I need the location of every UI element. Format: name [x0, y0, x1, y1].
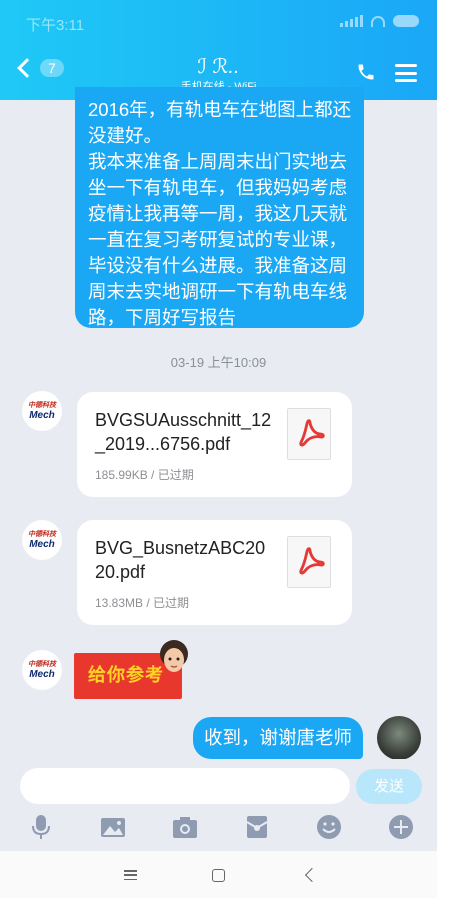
sticker-character-icon — [160, 640, 188, 672]
my-avatar[interactable] — [377, 716, 421, 760]
system-navigation-bar — [0, 851, 437, 898]
file-message[interactable]: BVGSUAusschnitt_12_2019...6756.pdf 185.9… — [77, 392, 352, 497]
file-message[interactable]: BVG_BusnetzABC2020.pdf 13.83MB / 已过期 — [77, 520, 352, 625]
message-timestamp: 03-19 上午10:09 — [170, 355, 267, 370]
back-icon[interactable] — [304, 867, 320, 883]
signal-icon — [340, 15, 363, 27]
chat-header: 下午3:11 7 ℐ ℛ.. 手机在线 - WiFi — [0, 0, 437, 100]
microphone-icon[interactable] — [26, 812, 56, 842]
battery-icon — [393, 15, 419, 27]
pdf-file-icon — [287, 408, 331, 460]
home-icon[interactable] — [212, 869, 225, 882]
wifi-icon — [371, 15, 385, 27]
image-icon[interactable] — [98, 812, 128, 842]
file-meta: 13.83MB / 已过期 — [95, 596, 190, 610]
plus-icon[interactable] — [386, 812, 416, 842]
input-toolbar — [0, 812, 437, 846]
sender-avatar[interactable]: 中德科技 Mech — [22, 650, 62, 690]
red-packet-icon[interactable] — [242, 812, 272, 842]
sticker-message[interactable]: 给你参考 — [72, 640, 192, 700]
sender-avatar[interactable]: 中德科技 Mech — [22, 520, 62, 560]
camera-icon[interactable] — [170, 812, 200, 842]
mech-logo: 中德科技 Mech — [28, 402, 56, 421]
chat-screen: 下午3:11 7 ℐ ℛ.. 手机在线 - WiFi 2016年，有轨电车在地图… — [0, 0, 437, 898]
phone-call-icon[interactable] — [356, 62, 376, 82]
message-text: 2016年，有轨电车在地图上都还没建好。 — [88, 99, 352, 146]
status-icons — [340, 15, 419, 27]
sticker-text: 给你参考 — [88, 665, 164, 685]
status-time: 下午3:11 — [26, 17, 85, 34]
file-name: BVGSUAusschnitt_12_2019...6756.pdf — [95, 410, 272, 454]
message-text: 我本来准备上周周末出门实地去坐一下有轨电车，但我妈妈考虑疫情让我再等一周，我这几… — [88, 151, 348, 328]
file-name: BVG_BusnetzABC2020.pdf — [95, 538, 266, 582]
mech-logo: 中德科技 Mech — [28, 531, 56, 550]
message-bubble-outgoing[interactable]: 2016年，有轨电车在地图上都还没建好。 我本来准备上周周末出门实地去坐一下有轨… — [75, 87, 364, 328]
pdf-file-icon — [287, 536, 331, 588]
message-bubble-outgoing[interactable]: 收到，谢谢唐老师 — [193, 717, 363, 759]
menu-icon[interactable] — [395, 64, 417, 82]
recent-apps-icon[interactable] — [124, 870, 137, 880]
mech-logo: 中德科技 Mech — [28, 661, 56, 680]
sender-avatar[interactable]: 中德科技 Mech — [22, 391, 62, 431]
message-input[interactable] — [20, 768, 350, 804]
file-meta: 185.99KB / 已过期 — [95, 468, 194, 482]
emoji-icon[interactable] — [314, 812, 344, 842]
send-button[interactable]: 发送 — [356, 769, 422, 804]
